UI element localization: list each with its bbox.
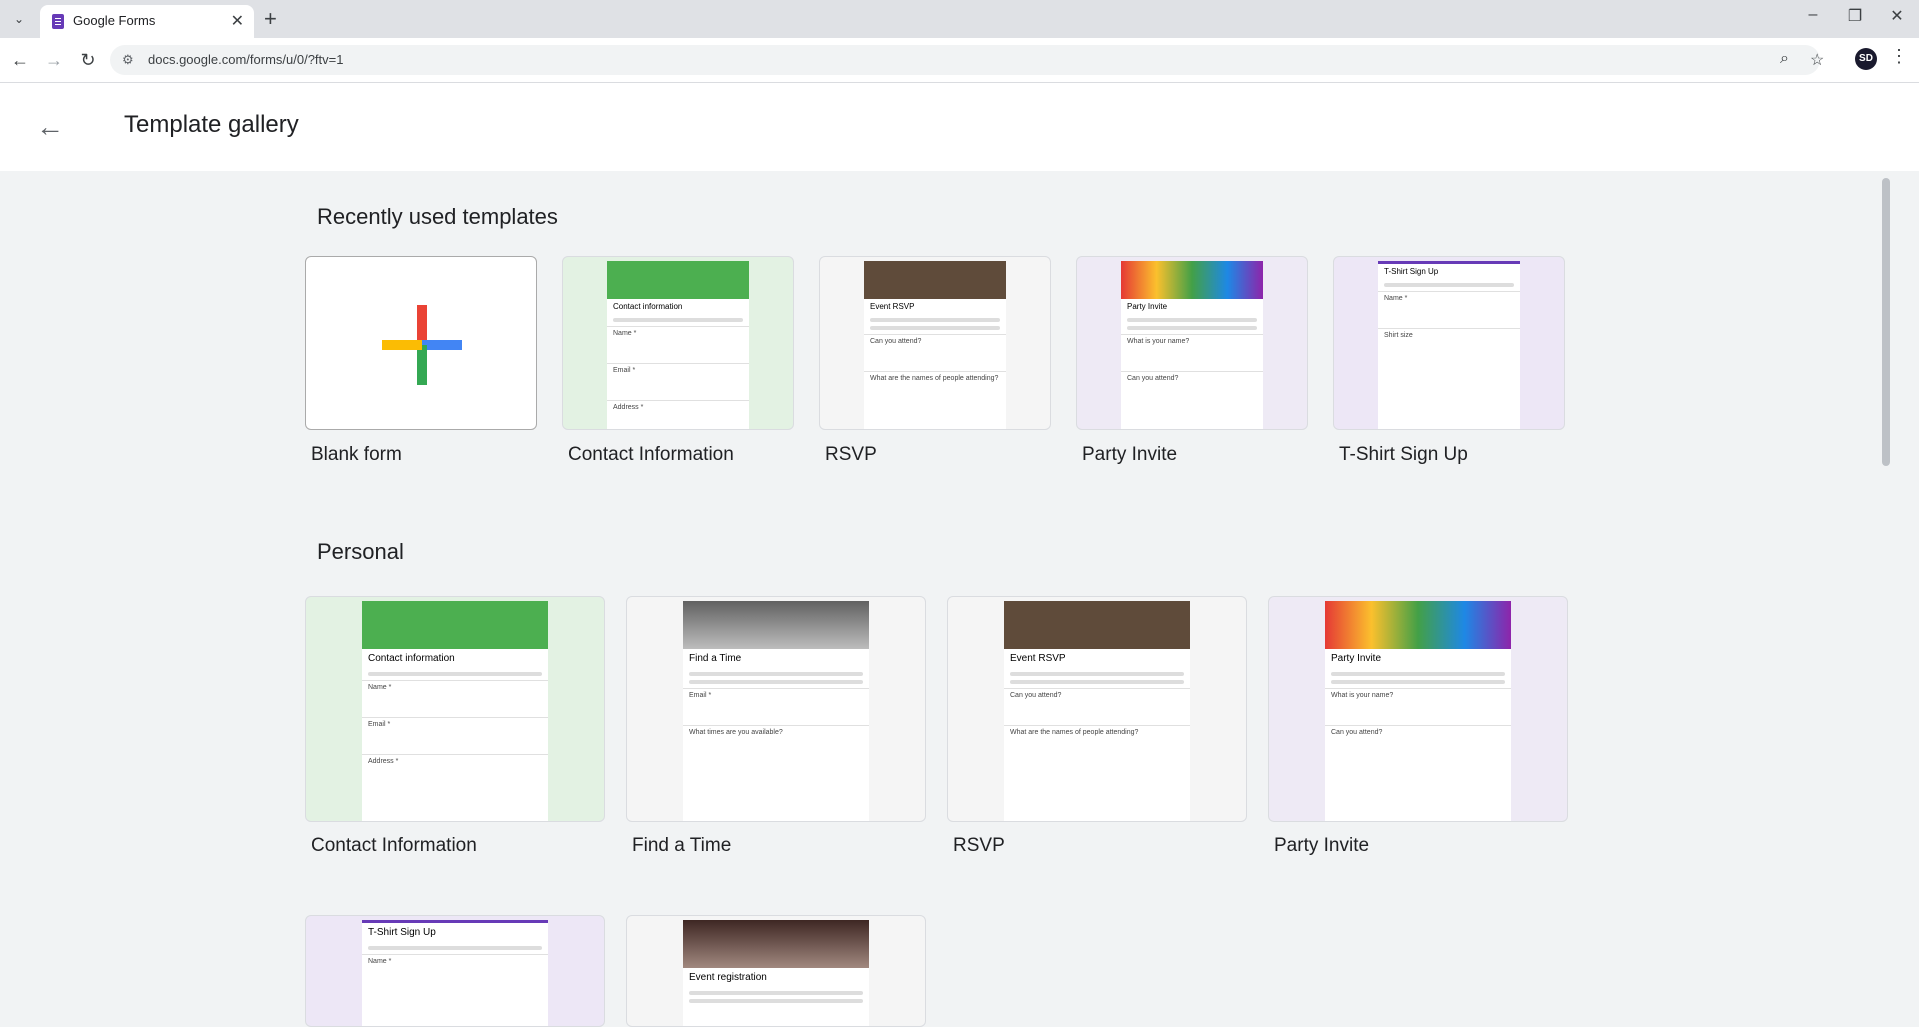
card-label: Party Invite bbox=[1082, 444, 1178, 465]
reload-icon[interactable]: ↻ bbox=[76, 48, 100, 72]
thumb-title: Contact information bbox=[368, 653, 455, 664]
page-title: Template gallery bbox=[124, 111, 299, 138]
card-label: T-Shirt Sign Up bbox=[1339, 444, 1468, 465]
card-label: RSVP bbox=[825, 444, 877, 465]
template-card-tshirt-sign-up[interactable]: T-Shirt Sign Up Name * bbox=[305, 915, 605, 1027]
rsvp-thumbnail[interactable]: Event RSVP Can you attend? What are the n… bbox=[819, 256, 1051, 430]
thumb-title: T-Shirt Sign Up bbox=[1384, 267, 1439, 276]
blank-form-thumbnail[interactable] bbox=[305, 256, 537, 430]
contact-thumbnail[interactable]: Contact information Name * Email * Address… bbox=[562, 256, 794, 430]
card-label: RSVP bbox=[953, 835, 1005, 856]
forms-favicon-icon bbox=[52, 14, 64, 29]
tab-search-icon[interactable]: ⌄ bbox=[8, 8, 30, 30]
close-tab-icon[interactable]: ✕ bbox=[231, 11, 244, 31]
close-window-icon[interactable]: ✕ bbox=[1882, 6, 1912, 26]
thumb-title: Find a Time bbox=[689, 653, 742, 664]
plus-icon bbox=[382, 305, 462, 385]
template-card-rsvp[interactable]: Event RSVP Can you attend? What are the n… bbox=[819, 256, 1051, 476]
back-icon[interactable]: ← bbox=[8, 48, 32, 72]
template-card-contact-information[interactable]: Contact information Name * Email * Address… bbox=[562, 256, 794, 476]
thumb-title: T-Shirt Sign Up bbox=[368, 927, 436, 938]
template-card-party-invite[interactable]: Party Invite What is your name? Can you a… bbox=[1268, 596, 1568, 866]
forward-icon[interactable]: → bbox=[42, 48, 66, 72]
find-a-time-thumbnail[interactable]: Find a Time Email * What times are you av… bbox=[626, 596, 926, 822]
browser-menu-icon[interactable]: ⋮ bbox=[1890, 46, 1908, 67]
omnibox[interactable]: ⚙ docs.google.com/forms/u/0/?ftv=1 ⌕ ☆ bbox=[110, 45, 1824, 75]
personal-section-title: Personal bbox=[317, 539, 404, 564]
thumb-title: Party Invite bbox=[1127, 302, 1168, 311]
back-arrow-icon[interactable]: ← bbox=[36, 111, 64, 143]
template-card-event-registration[interactable]: Event registration bbox=[626, 915, 926, 1027]
card-label: Find a Time bbox=[632, 835, 732, 856]
tshirt-thumbnail[interactable]: T-Shirt Sign Up Name * bbox=[305, 915, 605, 1027]
bookmark-star-icon[interactable]: ☆ bbox=[1810, 50, 1824, 70]
new-tab-icon[interactable]: + bbox=[264, 6, 277, 32]
tab-title: Google Forms bbox=[73, 13, 156, 28]
thumb-title: Event RSVP bbox=[1010, 653, 1066, 664]
tshirt-thumbnail[interactable]: T-Shirt Sign Up Name * Shirt size bbox=[1333, 256, 1565, 430]
minimize-icon[interactable]: – bbox=[1798, 6, 1828, 24]
rsvp-thumbnail[interactable]: Event RSVP Can you attend? What are the n… bbox=[947, 596, 1247, 822]
url-text[interactable]: docs.google.com/forms/u/0/?ftv=1 bbox=[148, 52, 343, 67]
party-thumbnail[interactable]: Party Invite What is your name? Can you a… bbox=[1268, 596, 1568, 822]
thumb-title: Contact information bbox=[613, 302, 683, 311]
recent-templates-title: Recently used templates bbox=[317, 204, 558, 229]
event-registration-thumbnail[interactable]: Event registration bbox=[626, 915, 926, 1027]
browser-tab-bar: ⌄ Google Forms ✕ + – ❐ ✕ bbox=[0, 0, 1919, 38]
template-card-find-a-time[interactable]: Find a Time Email * What times are you av… bbox=[626, 596, 926, 866]
address-bar: ← → ↻ ⚙ docs.google.com/forms/u/0/?ftv=1… bbox=[0, 38, 1919, 83]
card-label: Contact Information bbox=[568, 444, 734, 465]
card-label: Contact Information bbox=[311, 835, 477, 856]
card-label: Party Invite bbox=[1274, 835, 1370, 856]
template-card-rsvp[interactable]: Event RSVP Can you attend? What are the n… bbox=[947, 596, 1247, 866]
extension-icon[interactable]: SD bbox=[1855, 48, 1877, 70]
card-label: Blank form bbox=[311, 444, 402, 465]
thumb-title: Event registration bbox=[689, 972, 767, 983]
scrollbar[interactable] bbox=[1882, 178, 1890, 466]
page-header: ← Template gallery bbox=[0, 83, 1919, 171]
party-thumbnail[interactable]: Party Invite What is your name? Can you a… bbox=[1076, 256, 1308, 430]
template-card-party-invite[interactable]: Party Invite What is your name? Can you a… bbox=[1076, 256, 1308, 476]
contact-thumbnail[interactable]: Contact information Name * Email * Address… bbox=[305, 596, 605, 822]
template-card-tshirt-sign-up[interactable]: T-Shirt Sign Up Name * Shirt size T-Shirt… bbox=[1333, 256, 1565, 476]
template-card-blank-form[interactable]: Blank form bbox=[305, 256, 537, 476]
browser-tab[interactable]: Google Forms ✕ bbox=[40, 5, 254, 38]
thumb-title: Event RSVP bbox=[870, 302, 915, 311]
site-info-icon[interactable]: ⚙ bbox=[122, 52, 134, 68]
zoom-icon[interactable]: ⌕ bbox=[1780, 50, 1789, 68]
restore-icon[interactable]: ❐ bbox=[1840, 6, 1870, 26]
template-card-contact-information[interactable]: Contact information Name * Email * Address… bbox=[305, 596, 605, 866]
thumb-title: Party Invite bbox=[1331, 653, 1382, 664]
